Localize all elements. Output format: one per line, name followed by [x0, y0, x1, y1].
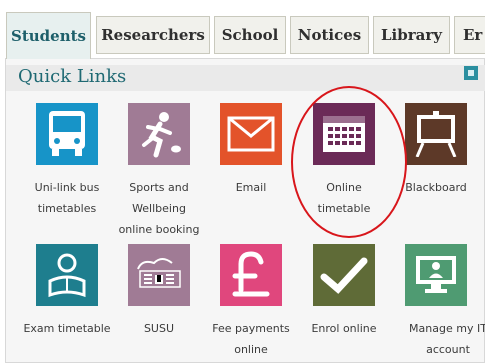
tab-label: Library: [381, 26, 442, 44]
quick-links-title: Quick Links: [18, 66, 127, 87]
top-tab-bar: Students Researchers School Notices Libr…: [0, 0, 485, 59]
bus-icon: [36, 103, 98, 165]
pound-icon: [220, 244, 282, 306]
tab-label: Researchers: [101, 26, 205, 44]
tab-library[interactable]: Library: [373, 16, 450, 54]
quick-link-label: Blackboard: [405, 181, 467, 194]
tab-label: Notices: [297, 26, 362, 44]
collapse-toggle-icon[interactable]: [464, 66, 478, 80]
tab-label: Er: [463, 26, 483, 44]
runner-icon: [128, 103, 190, 165]
tab-label: School: [221, 26, 279, 44]
tab-partial[interactable]: Er: [454, 16, 485, 54]
tab-notices[interactable]: Notices: [290, 16, 369, 54]
blackboard-icon: [405, 103, 467, 165]
checkmark-icon: [313, 244, 375, 306]
susu-logo-icon: [128, 244, 190, 306]
tab-researchers[interactable]: Researchers: [96, 16, 210, 54]
tab-label: Students: [11, 27, 86, 45]
calendar-icon: [313, 103, 375, 165]
tab-students[interactable]: Students: [6, 12, 91, 59]
it-account-icon: [405, 244, 467, 306]
envelope-icon: [220, 103, 282, 165]
quick-link-label: Enrol online: [311, 322, 377, 335]
tab-school[interactable]: School: [214, 16, 286, 54]
quick-link-label: Manage my IT account: [409, 322, 485, 356]
reader-icon: [36, 244, 98, 306]
